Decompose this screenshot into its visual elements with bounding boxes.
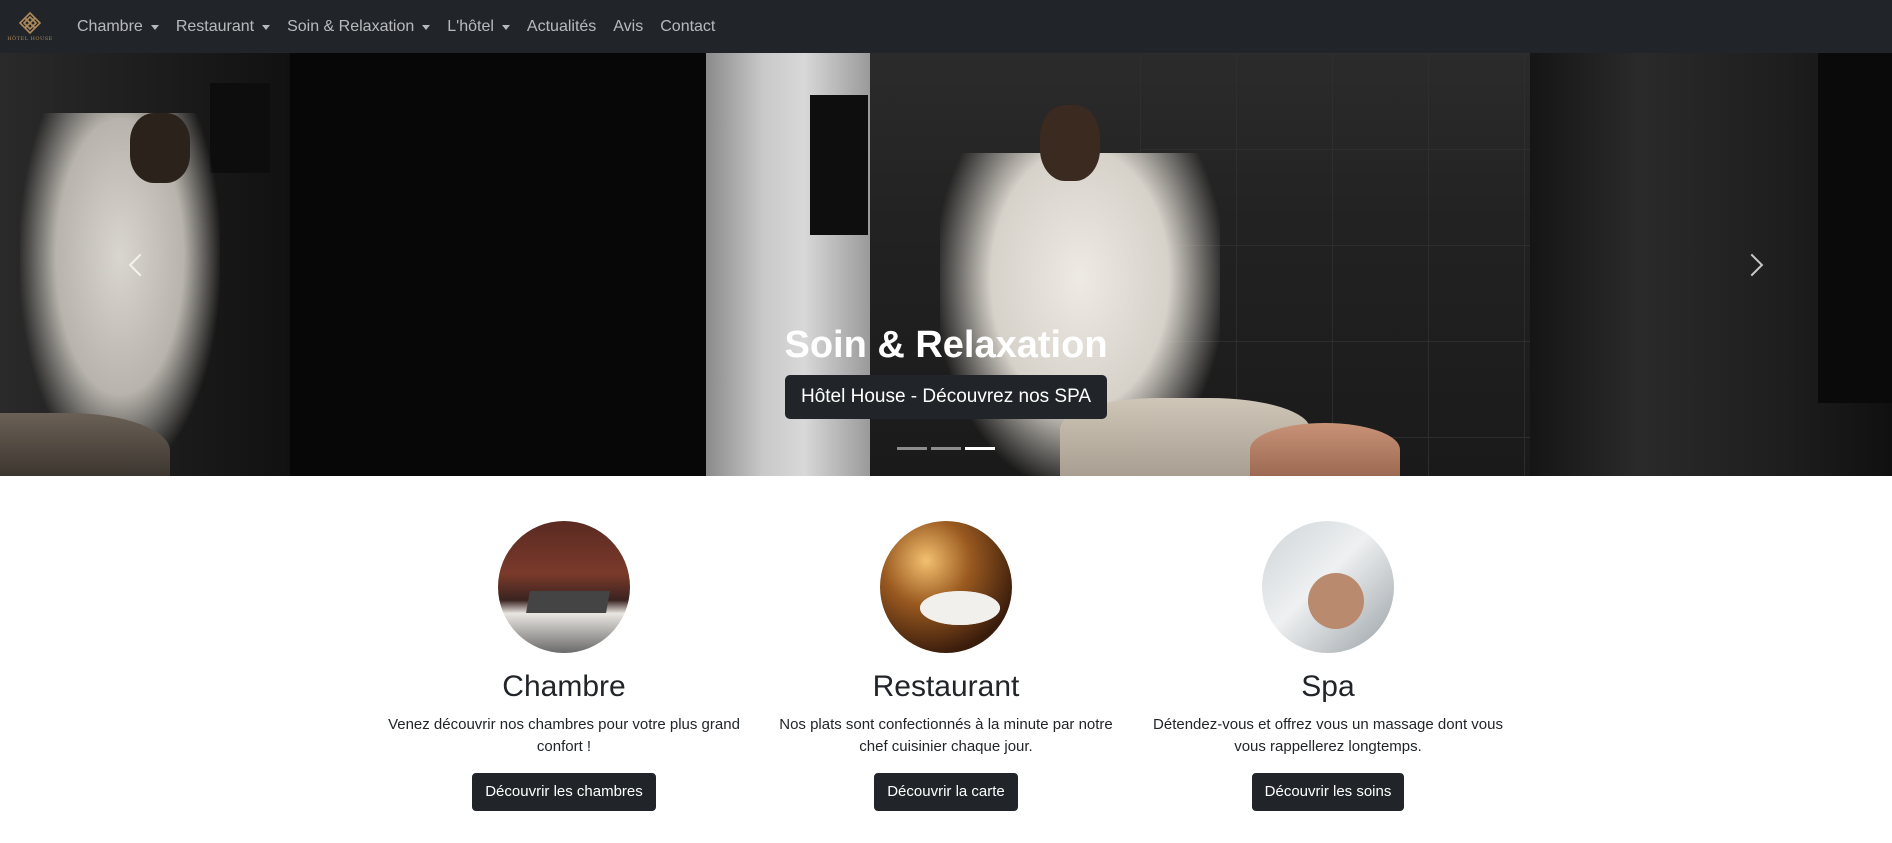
logo-knot-icon bbox=[18, 11, 42, 35]
carousel-caption: Soin & Relaxation Hôtel House - Découvre… bbox=[0, 323, 1892, 419]
feature-text: Nos plats sont confectionnés à la minute… bbox=[779, 716, 1113, 755]
nav-item-soin-relaxation[interactable]: Soin & Relaxation bbox=[287, 17, 431, 36]
nav-label: Soin & Relaxation bbox=[287, 17, 415, 35]
feature-title: Spa bbox=[1301, 670, 1355, 703]
carousel-indicator-3[interactable] bbox=[965, 447, 995, 450]
carousel-subtitle: Hôtel House - Découvrez nos SPA bbox=[784, 375, 1108, 419]
nav-label: Avis bbox=[613, 17, 644, 35]
feature-chambre: Chambre Venez découvrir nos chambres pou… bbox=[373, 521, 755, 811]
carousel-indicator-2[interactable] bbox=[931, 447, 961, 450]
discover-treatments-button[interactable]: Découvrir les soins bbox=[1251, 773, 1405, 811]
caret-down-icon bbox=[422, 24, 431, 30]
brand-text: HÔTEL HOUSE bbox=[7, 36, 53, 42]
feature-title: Restaurant bbox=[872, 670, 1020, 703]
main-nav: Chambre Restaurant Soin & Relaxation L'h… bbox=[77, 18, 732, 36]
discover-menu-button[interactable]: Découvrir la carte bbox=[874, 773, 1018, 811]
chevron-left-icon bbox=[128, 253, 152, 276]
nav-label: Actualités bbox=[526, 17, 597, 35]
nav-item-contact[interactable]: Contact bbox=[660, 18, 715, 36]
nav-item-chambre[interactable]: Chambre bbox=[77, 18, 159, 36]
carousel-title: Soin & Relaxation bbox=[784, 324, 1108, 366]
brand-logo[interactable]: HÔTEL HOUSE bbox=[6, 0, 54, 53]
feature-title: Chambre bbox=[502, 670, 626, 703]
caret-down-icon bbox=[262, 24, 271, 30]
nav-label: Contact bbox=[660, 17, 716, 35]
discover-rooms-button[interactable]: Découvrir les chambres bbox=[472, 773, 656, 811]
restaurant-dishes-image bbox=[880, 521, 1012, 653]
features-section: Chambre Venez découvrir nos chambres pou… bbox=[373, 521, 1519, 811]
nav-label: Chambre bbox=[77, 17, 143, 35]
nav-item-hotel[interactable]: L'hôtel bbox=[447, 18, 510, 36]
nav-item-avis[interactable]: Avis bbox=[613, 18, 643, 36]
feature-text: Venez découvrir nos chambres pour votre … bbox=[388, 716, 740, 755]
spa-massage-image bbox=[1262, 521, 1394, 653]
navbar: HÔTEL HOUSE Chambre Restaurant Soin & Re… bbox=[0, 0, 1892, 53]
hero-carousel: Soin & Relaxation Hôtel House - Découvre… bbox=[0, 53, 1892, 476]
nav-label: L'hôtel bbox=[447, 17, 494, 35]
carousel-indicators bbox=[0, 447, 1892, 450]
chevron-right-icon bbox=[1740, 253, 1764, 276]
feature-text: Détendez-vous et offrez vous un massage … bbox=[1153, 716, 1503, 755]
feature-restaurant: Restaurant Nos plats sont confectionnés … bbox=[755, 521, 1137, 811]
caret-down-icon bbox=[501, 24, 510, 30]
hotel-room-image bbox=[498, 521, 630, 653]
carousel-indicator-1[interactable] bbox=[897, 447, 927, 450]
feature-spa: Spa Détendez-vous et offrez vous un mass… bbox=[1137, 521, 1519, 811]
nav-label: Restaurant bbox=[175, 17, 255, 35]
nav-item-actualites[interactable]: Actualités bbox=[527, 18, 596, 36]
nav-item-restaurant[interactable]: Restaurant bbox=[175, 17, 271, 36]
caret-down-icon bbox=[150, 24, 159, 30]
